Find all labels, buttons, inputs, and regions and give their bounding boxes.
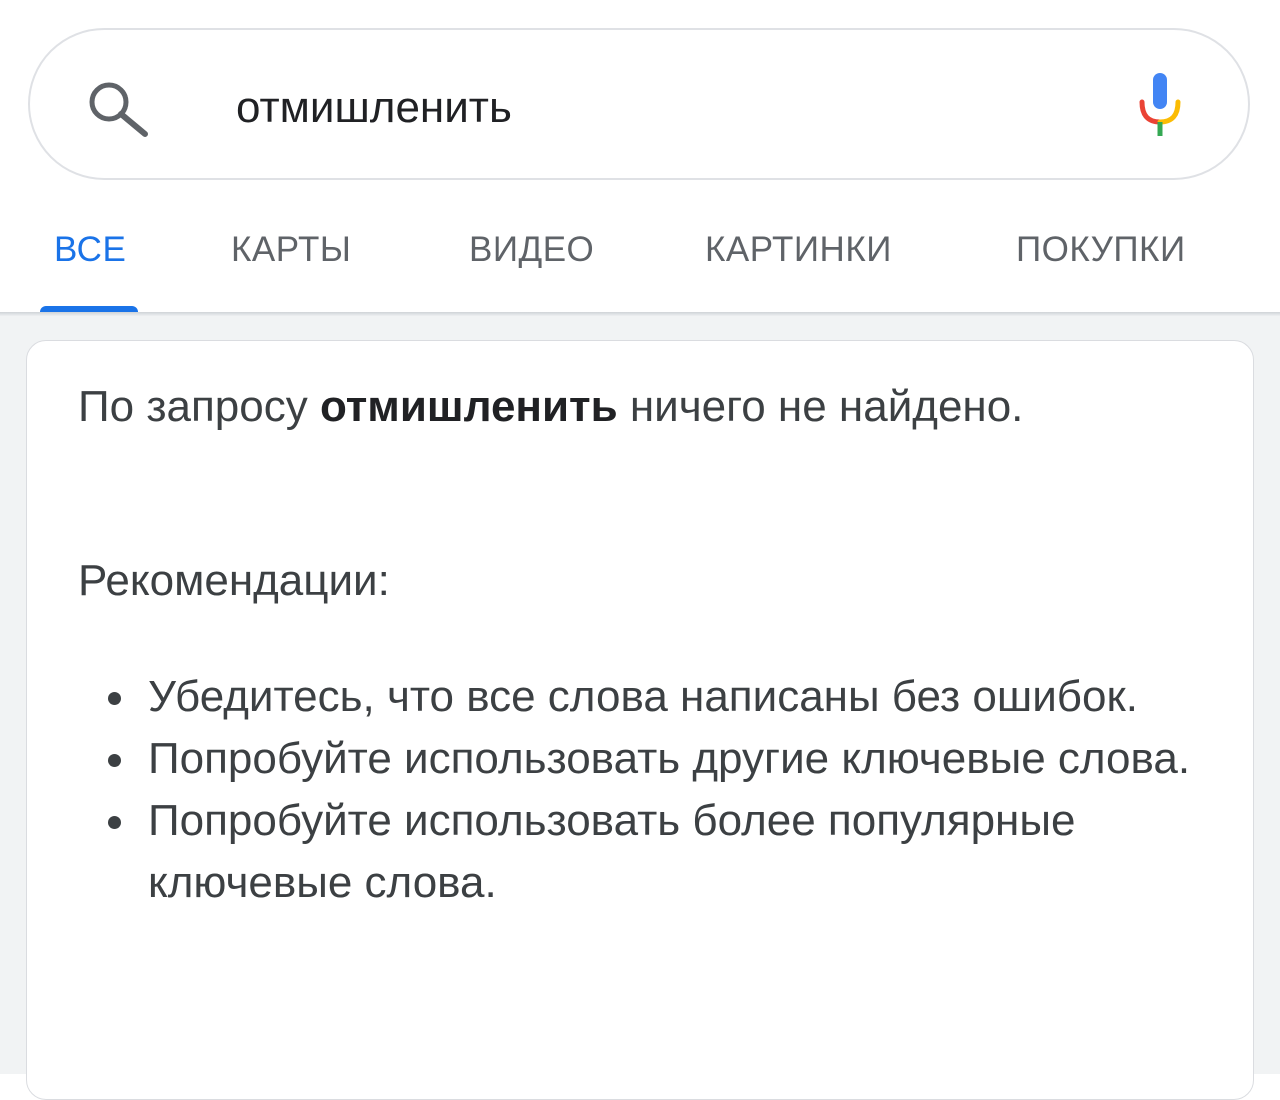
list-item: Попробуйте использовать более популярные… bbox=[108, 790, 1228, 914]
notice-suffix: ничего не найдено. bbox=[629, 382, 1024, 431]
list-item: Попробуйте использовать другие ключевые … bbox=[108, 728, 1228, 790]
search-bar[interactable] bbox=[28, 28, 1250, 180]
search-input[interactable]: отмишленить bbox=[236, 78, 512, 138]
tab-video[interactable]: ВИДЕО bbox=[469, 212, 594, 312]
mic-icon[interactable] bbox=[1134, 70, 1186, 142]
tab-maps[interactable]: КАРТЫ bbox=[231, 212, 351, 312]
tab-images[interactable]: КАРТИНКИ bbox=[705, 212, 892, 312]
notice-query: отмишленить bbox=[319, 382, 618, 431]
tab-shopping[interactable]: ПОКУПКИ bbox=[1016, 212, 1186, 312]
tab-all[interactable]: ВСЕ bbox=[54, 212, 126, 312]
no-results-message: По запросу отмишленить ничего не найдено… bbox=[78, 376, 1178, 438]
recommendations-list: Убедитесь, что все слова написаны без ош… bbox=[98, 666, 1228, 914]
notice-prefix: По запросу bbox=[78, 382, 308, 431]
recommendations-heading: Рекомендации: bbox=[78, 556, 390, 605]
search-icon[interactable] bbox=[84, 78, 154, 138]
list-item: Убедитесь, что все слова написаны без ош… bbox=[108, 666, 1228, 728]
search-tabs: ВСЕ КАРТЫ ВИДЕО КАРТИНКИ ПОКУПКИ bbox=[0, 212, 1280, 312]
